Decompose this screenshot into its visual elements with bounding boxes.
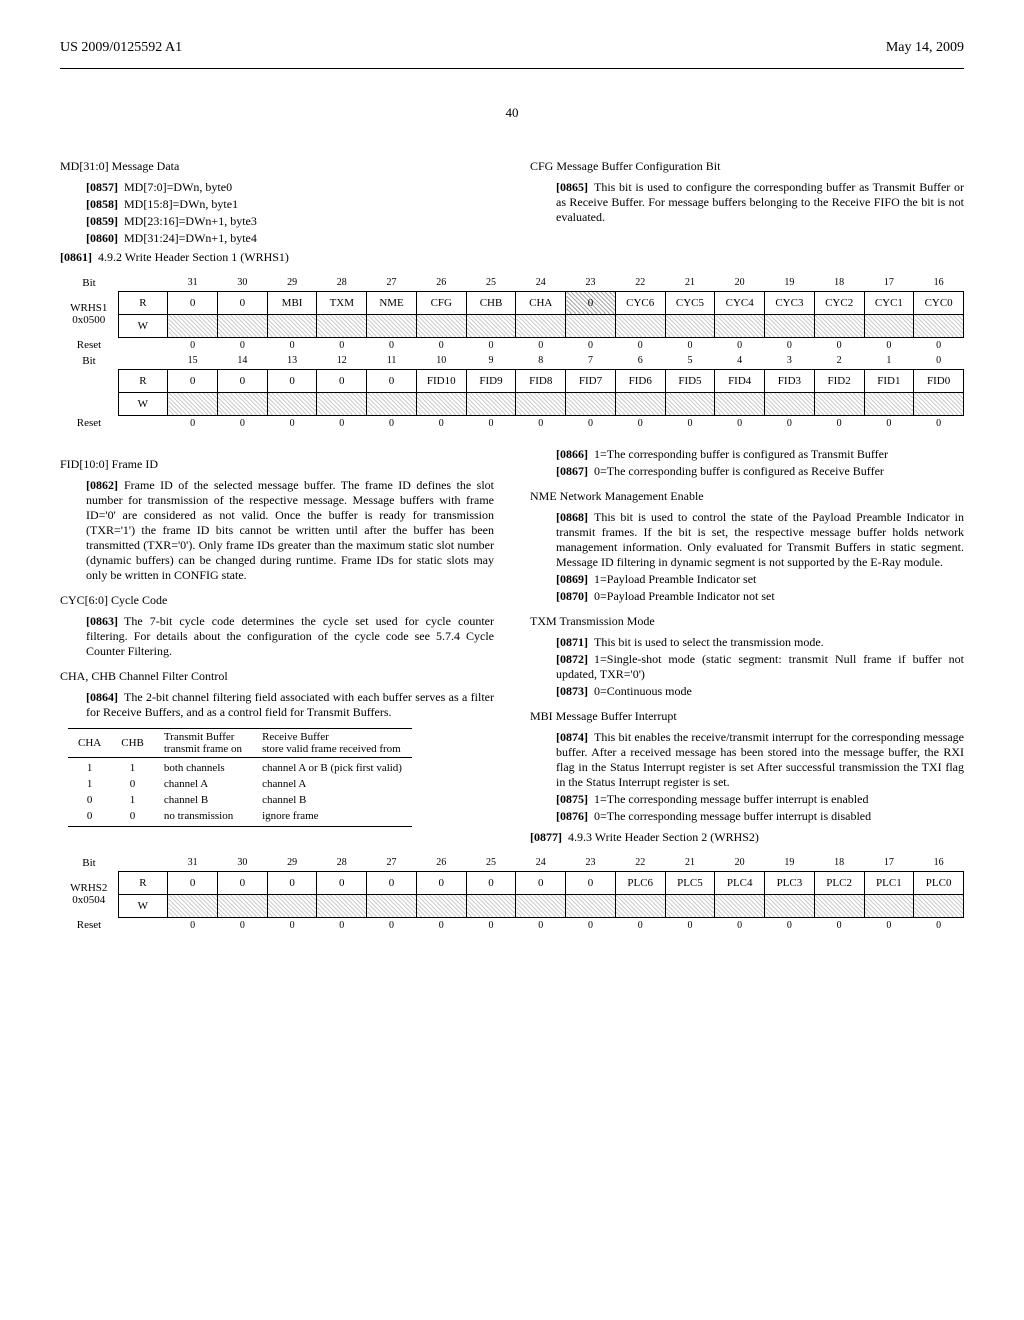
pub-number: US 2009/0125592 A1 xyxy=(60,40,182,56)
pub-date: May 14, 2009 xyxy=(886,40,964,56)
p0870: [0870]0=Payload Preamble Indicator not s… xyxy=(530,589,964,604)
p0867: [0867]0=The corresponding buffer is conf… xyxy=(530,464,964,479)
p0861-text: 4.9.2 Write Header Section 1 (WRHS1) xyxy=(98,250,289,264)
p0869: [0869]1=Payload Preamble Indicator set xyxy=(530,572,964,587)
p0877-text: 4.9.3 Write Header Section 2 (WRHS2) xyxy=(568,830,759,844)
p0862: [0862]Frame ID of the selected message b… xyxy=(60,478,494,583)
p0866: [0866]1=The corresponding buffer is conf… xyxy=(530,447,964,462)
md-item: [0858]MD[15:8]=DWn, byte1 xyxy=(86,197,494,212)
p0871: [0871]This bit is used to select the tra… xyxy=(530,635,964,650)
p0861-num: [0861] xyxy=(60,250,92,264)
channel-filter-table: CHACHBTransmit Buffertransmit frame onRe… xyxy=(68,728,412,827)
p0872: [0872]1=Single-shot mode (static segment… xyxy=(530,652,964,682)
p0865: [0865]This bit is used to configure the … xyxy=(530,180,964,225)
md-item: [0860]MD[31:24]=DWn+1, byte4 xyxy=(86,231,494,246)
wrhs2-register-table: Bit31302928272625242322212019181716WRHS2… xyxy=(60,855,964,933)
mbi-title: MBI Message Buffer Interrupt xyxy=(530,709,964,724)
wrhs1-register-table: Bit31302928272625242322212019181716WRHS1… xyxy=(60,275,964,431)
p0873: [0873]0=Continuous mode xyxy=(530,684,964,699)
nme-title: NME Network Management Enable xyxy=(530,489,964,504)
p0876: [0876]0=The corresponding message buffer… xyxy=(530,809,964,824)
p0877-num: [0877] xyxy=(530,830,562,844)
md-item: [0859]MD[23:16]=DWn+1, byte3 xyxy=(86,214,494,229)
header-rule xyxy=(60,68,964,69)
p0875: [0875]1=The corresponding message buffer… xyxy=(530,792,964,807)
p0864: [0864]The 2-bit channel filtering field … xyxy=(60,690,494,720)
md-title: MD[31:0] Message Data xyxy=(60,159,494,174)
cyc-title: CYC[6:0] Cycle Code xyxy=(60,593,494,608)
page-header: US 2009/0125592 A1 May 14, 2009 xyxy=(60,40,964,56)
p0868: [0868]This bit is used to control the st… xyxy=(530,510,964,570)
fid-title: FID[10:0] Frame ID xyxy=(60,457,494,472)
cfg-title: CFG Message Buffer Configuration Bit xyxy=(530,159,964,174)
page-number: 40 xyxy=(60,105,964,121)
p0874: [0874]This bit enables the receive/trans… xyxy=(530,730,964,790)
p0863: [0863]The 7-bit cycle code determines th… xyxy=(60,614,494,659)
md-item: [0857]MD[7:0]=DWn, byte0 xyxy=(86,180,494,195)
ch-title: CHA, CHB Channel Filter Control xyxy=(60,669,494,684)
txm-title: TXM Transmission Mode xyxy=(530,614,964,629)
